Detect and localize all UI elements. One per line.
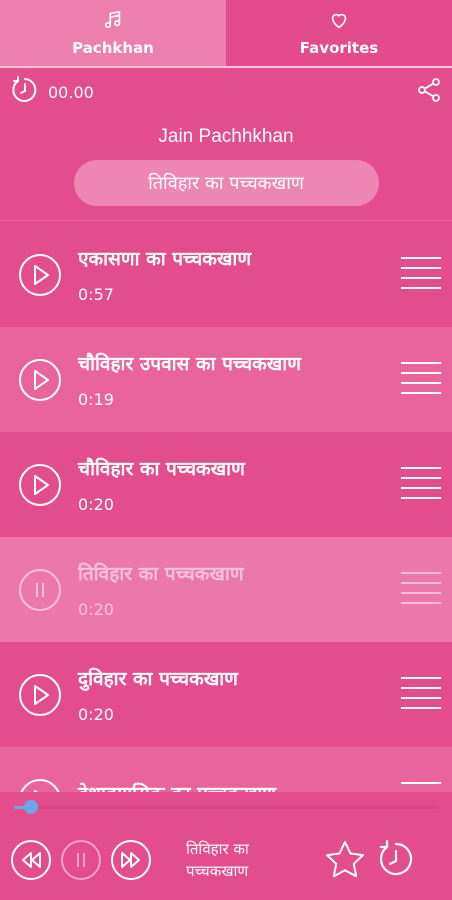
list-item-duration: 0:19 <box>78 390 114 409</box>
now-playing-title: तिविहार का पच्चकखाण <box>186 840 249 880</box>
list-item-title: दुविहार का पच्चकखाण <box>78 668 238 690</box>
list-item[interactable]: चौविहार उपवास का पच्चकखाण 0:19 <box>0 327 452 432</box>
tab-pachkhan-label: Pachkhan <box>72 39 154 57</box>
app-title: Jain Pachhkhan <box>158 126 294 147</box>
seek-bar[interactable] <box>0 792 452 820</box>
list-item-duration: 0:20 <box>78 495 114 514</box>
play-icon[interactable] <box>18 673 62 717</box>
tab-favorites[interactable]: Favorites <box>226 0 452 66</box>
timer-row: 00.00 <box>0 68 452 116</box>
track-list[interactable]: एकासणा का पच्चकखाण 0:57 चौविहार उपवास का… <box>0 222 452 792</box>
music-note-icon <box>102 9 124 35</box>
list-item[interactable]: दुविहार का पच्चकखाण 0:20 <box>0 642 452 747</box>
play-icon[interactable] <box>18 463 62 507</box>
drag-handle-icon[interactable] <box>400 570 442 610</box>
list-item-title: एकासणा का पच्चकखाण <box>78 248 252 270</box>
play-icon[interactable] <box>18 253 62 297</box>
play-icon[interactable] <box>18 358 62 402</box>
seek-track <box>14 806 438 809</box>
player-bar: तिविहार का पच्चकखाण <box>0 820 452 900</box>
timer-icon <box>10 75 40 109</box>
tab-bar: Pachkhan Favorites <box>0 0 452 66</box>
drag-handle-icon[interactable] <box>400 360 442 400</box>
list-item-title: चौविहार उपवास का पच्चकखाण <box>78 353 301 375</box>
timer-value: 00.00 <box>48 82 94 102</box>
rewind-icon[interactable] <box>10 839 52 881</box>
list-item[interactable]: देशावगासिक का पच्चकखाण <box>0 747 452 792</box>
fast-forward-icon[interactable] <box>110 839 152 881</box>
tab-pachkhan[interactable]: Pachkhan <box>0 0 226 66</box>
seek-thumb[interactable] <box>24 800 38 814</box>
timer-icon[interactable] <box>376 840 416 880</box>
pause-icon[interactable] <box>18 568 62 612</box>
drag-handle-icon[interactable] <box>400 255 442 295</box>
list-item-duration: 0:20 <box>78 600 114 619</box>
list-item[interactable]: एकासणा का पच्चकखाण 0:57 <box>0 222 452 327</box>
drag-handle-icon[interactable] <box>400 465 442 505</box>
play-icon[interactable] <box>18 778 62 793</box>
list-item-playing[interactable]: तिविहार का पच्चकखाण 0:20 <box>0 537 452 642</box>
tab-favorites-label: Favorites <box>299 39 379 57</box>
share-icon[interactable] <box>416 77 442 107</box>
list-item-duration: 0:57 <box>78 285 114 304</box>
list-item-duration: 0:20 <box>78 705 114 724</box>
heart-icon <box>328 9 350 35</box>
pause-icon[interactable] <box>60 839 102 881</box>
list-item-title: तिविहार का पच्चकखाण <box>78 563 244 585</box>
header-divider <box>0 220 452 221</box>
current-track-pill[interactable]: तिविहार का पच्चकखाण <box>73 160 379 206</box>
star-icon[interactable] <box>324 839 366 881</box>
list-item-title: देशावगासिक का पच्चकखाण <box>78 780 400 793</box>
drag-handle-icon[interactable] <box>400 780 442 793</box>
list-item-title: चौविहार का पच्चकखाण <box>78 458 245 480</box>
drag-handle-icon[interactable] <box>400 675 442 715</box>
list-item[interactable]: चौविहार का पच्चकखाण 0:20 <box>0 432 452 537</box>
sleep-timer[interactable]: 00.00 <box>10 75 94 109</box>
